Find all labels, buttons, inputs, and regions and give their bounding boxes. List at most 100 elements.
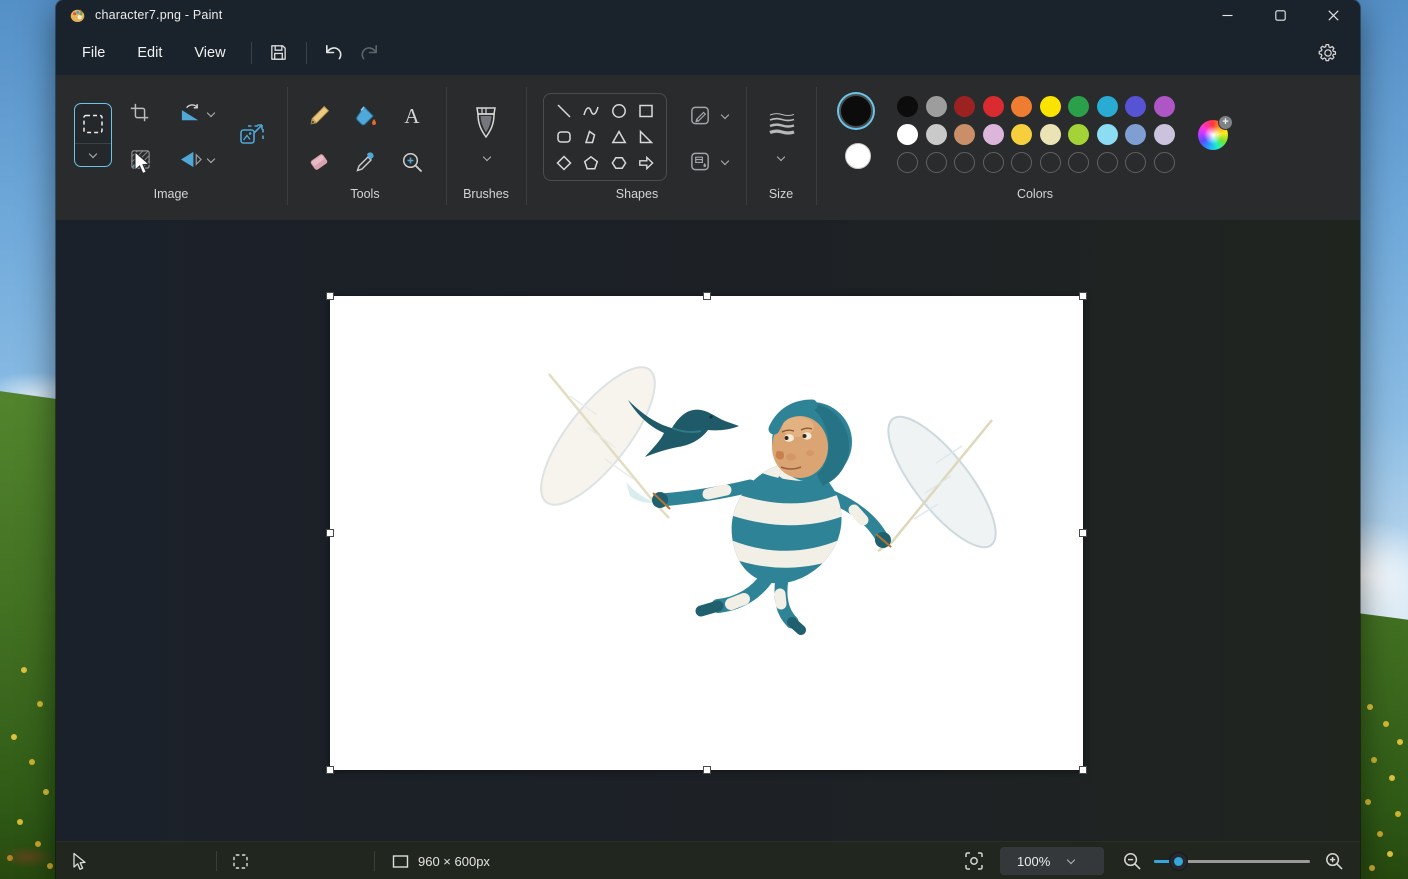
shape-triangle[interactable] [606, 125, 632, 149]
curve-shape-icon [583, 106, 599, 116]
flip-options-dropdown[interactable] [204, 153, 218, 167]
palette-empty-slot[interactable] [1011, 152, 1032, 173]
palette-empty-slot[interactable] [1125, 152, 1146, 173]
palette-color-swatch[interactable] [1039, 124, 1061, 145]
shape-curve[interactable] [578, 99, 604, 123]
shape-pentagon[interactable] [578, 151, 604, 175]
palette-color-swatch[interactable] [925, 124, 947, 145]
fill-tool-button[interactable] [349, 99, 383, 133]
settings-button[interactable] [1310, 37, 1346, 69]
shape-oval[interactable] [606, 99, 632, 123]
fit-to-screen-button[interactable] [964, 842, 984, 879]
statusbar-divider [374, 851, 375, 871]
rotate-options-dropdown[interactable] [204, 107, 218, 121]
color-picker-tool-button[interactable] [349, 145, 383, 179]
zoom-out-button[interactable] [1122, 842, 1142, 879]
menu-edit[interactable]: Edit [121, 39, 178, 67]
palette-empty-slot[interactable] [1153, 152, 1175, 173]
outline-options-dropdown[interactable] [718, 109, 732, 123]
shape-hexagon[interactable] [606, 151, 632, 175]
palette-empty-slot[interactable] [982, 152, 1004, 173]
pencil-tool-button[interactable] [302, 99, 336, 133]
background-color-swatch[interactable] [845, 143, 871, 169]
flip-button[interactable] [174, 143, 206, 175]
palette-color-swatch[interactable] [897, 96, 918, 117]
fill-options-dropdown[interactable] [718, 155, 732, 169]
palette-color-swatch[interactable] [1039, 96, 1061, 117]
menu-file[interactable]: File [66, 39, 121, 67]
palette-color-swatch[interactable] [954, 124, 975, 145]
palette-color-swatch[interactable] [1011, 96, 1032, 117]
zoom-slider[interactable] [1154, 852, 1310, 871]
redo-button[interactable] [352, 37, 388, 69]
menu-view[interactable]: View [178, 39, 241, 67]
brushes-button[interactable] [464, 103, 508, 149]
palette-empty-slot[interactable] [1096, 152, 1118, 173]
menubar-separator [250, 41, 252, 64]
palette-color-swatch[interactable] [1096, 124, 1118, 145]
palette-color-swatch[interactable] [1125, 96, 1146, 117]
palette-color-swatch[interactable] [982, 124, 1004, 145]
palette-color-swatch[interactable] [1153, 96, 1175, 117]
selection-tool-main[interactable] [75, 104, 111, 144]
zoom-in-button[interactable] [1324, 842, 1344, 879]
shape-diamond[interactable] [551, 151, 577, 175]
shape-outline-button[interactable] [684, 99, 716, 131]
palette-color-swatch[interactable] [925, 96, 947, 117]
close-button[interactable] [1307, 0, 1360, 30]
shape-arrow[interactable] [633, 151, 659, 175]
crop-button[interactable] [124, 97, 156, 129]
size-button[interactable] [762, 103, 802, 143]
shape-polygon[interactable] [578, 125, 604, 149]
zoom-in-icon [1326, 853, 1343, 870]
palette-empty-slot[interactable] [954, 152, 975, 173]
palette-color-swatch[interactable] [1068, 124, 1089, 145]
shape-rounded-rectangle[interactable] [551, 125, 577, 149]
palette-empty-slot[interactable] [897, 152, 918, 173]
text-tool-button[interactable]: A [395, 99, 429, 133]
selection-handle-w[interactable] [326, 529, 334, 537]
paint-canvas[interactable] [326, 292, 1087, 774]
palette-empty-slot[interactable] [1039, 152, 1061, 173]
palette-color-swatch[interactable] [954, 96, 975, 117]
rounded-rectangle-shape-icon [557, 131, 571, 143]
selection-handle-nw[interactable] [326, 292, 334, 300]
palette-color-swatch[interactable] [1153, 124, 1175, 145]
zoom-slider-thumb[interactable] [1169, 852, 1188, 871]
palette-color-swatch[interactable] [1011, 124, 1032, 145]
palette-empty-slot[interactable] [1068, 152, 1089, 173]
selection-handle-sw[interactable] [326, 766, 334, 774]
selection-handle-se[interactable] [1079, 766, 1087, 774]
selection-tool-button[interactable] [74, 103, 112, 167]
eraser-tool-button[interactable] [302, 145, 336, 179]
palette-color-swatch[interactable] [897, 124, 918, 145]
resize-image-icon [240, 124, 264, 144]
selection-handle-n[interactable] [703, 292, 711, 300]
brushes-dropdown[interactable] [480, 151, 494, 165]
shape-right-triangle[interactable] [633, 125, 659, 149]
undo-button[interactable] [316, 37, 352, 69]
resize-button[interactable] [234, 117, 270, 153]
palette-color-swatch[interactable] [982, 96, 1004, 117]
palette-color-swatch[interactable] [1125, 124, 1146, 145]
foreground-color-swatch[interactable] [839, 94, 873, 128]
magnifier-tool-button[interactable] [395, 145, 429, 179]
close-icon [1328, 9, 1339, 21]
shape-line[interactable] [551, 99, 577, 123]
selection-handle-s[interactable] [703, 766, 711, 774]
minimize-button[interactable] [1201, 0, 1254, 30]
palette-color-swatch[interactable] [1096, 96, 1118, 117]
pointer-icon [73, 852, 86, 870]
shape-rectangle[interactable] [633, 99, 659, 123]
selection-handle-e[interactable] [1079, 529, 1087, 537]
shape-fill-button[interactable] [684, 145, 716, 177]
maximize-button[interactable] [1254, 0, 1307, 30]
zoom-level-dropdown[interactable]: 100% [1000, 847, 1104, 875]
selection-options-dropdown[interactable] [75, 144, 111, 165]
rotate-button[interactable] [174, 97, 206, 129]
save-button[interactable] [261, 37, 297, 69]
palette-empty-slot[interactable] [925, 152, 947, 173]
palette-color-swatch[interactable] [1068, 96, 1089, 117]
size-dropdown[interactable] [774, 151, 788, 165]
selection-handle-ne[interactable] [1079, 292, 1087, 300]
